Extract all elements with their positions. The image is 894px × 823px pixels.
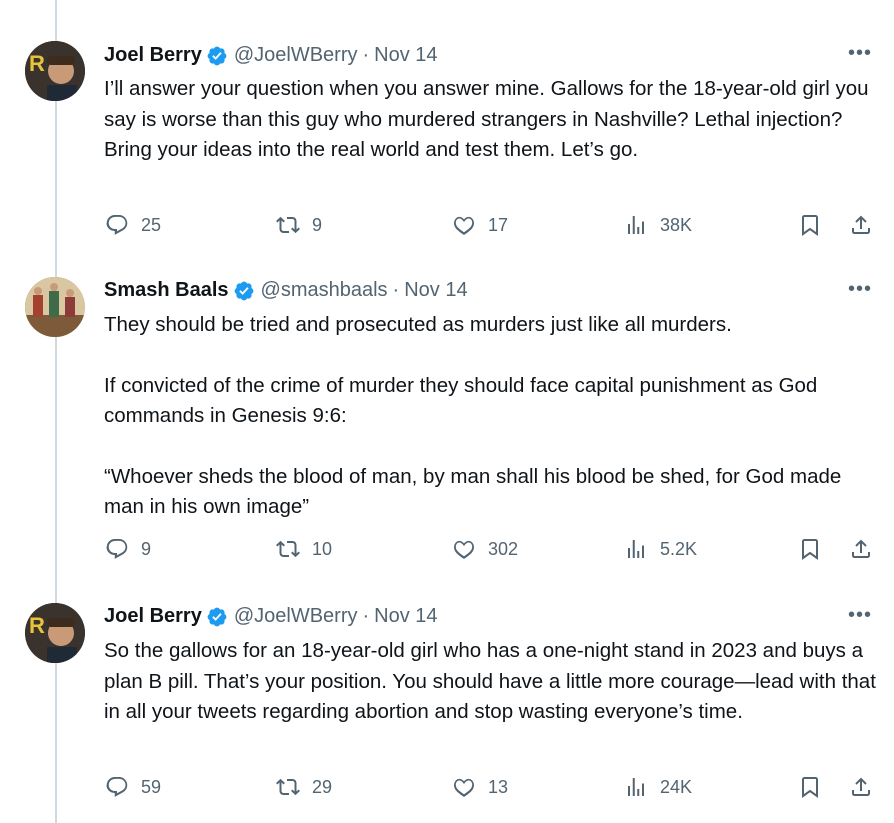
retweet-count: 10 bbox=[312, 538, 333, 559]
avatar[interactable] bbox=[25, 277, 85, 337]
share-icon bbox=[852, 215, 870, 234]
author-name[interactable]: Joel Berry bbox=[104, 44, 202, 67]
verified-badge-icon bbox=[207, 46, 227, 65]
bookmark-button[interactable] bbox=[798, 775, 834, 799]
tweet-actions: 59 29 13 24K bbox=[0, 775, 894, 805]
like-icon bbox=[454, 778, 474, 797]
views-count: 24K bbox=[660, 776, 693, 797]
tweet-paragraph: If convicted of the crime of murder they… bbox=[104, 373, 818, 428]
reply-button[interactable]: 25 bbox=[105, 213, 161, 237]
avatar[interactable]: R bbox=[25, 603, 85, 663]
bookmark-icon bbox=[802, 539, 818, 560]
views-button[interactable]: 5.2K bbox=[624, 537, 697, 561]
reply-icon bbox=[106, 539, 128, 559]
retweet-icon bbox=[276, 778, 300, 796]
verified-badge-icon bbox=[234, 281, 253, 300]
views-count: 5.2K bbox=[660, 538, 698, 559]
views-icon bbox=[628, 778, 644, 796]
author-handle[interactable]: @JoelWBerry bbox=[234, 44, 358, 67]
views-icon bbox=[628, 540, 644, 558]
bookmark-button[interactable] bbox=[798, 213, 834, 237]
retweet-button[interactable]: 9 bbox=[276, 213, 322, 237]
share-button[interactable] bbox=[849, 775, 885, 799]
reply-button[interactable]: 59 bbox=[105, 775, 161, 799]
tweet-paragraph: They should be tried and prosecuted as m… bbox=[104, 313, 732, 336]
thread-line bbox=[55, 0, 57, 823]
separator-dot: · bbox=[392, 279, 400, 301]
reply-icon bbox=[106, 777, 128, 797]
separator-dot: · bbox=[362, 44, 370, 66]
share-icon bbox=[852, 777, 870, 796]
reply-count: 59 bbox=[141, 776, 162, 797]
like-icon bbox=[454, 216, 474, 235]
verified-badge-icon bbox=[207, 607, 227, 626]
author-name[interactable]: Joel Berry bbox=[104, 605, 202, 628]
retweet-count: 9 bbox=[312, 214, 323, 235]
svg-text:R: R bbox=[29, 613, 45, 638]
views-button[interactable]: 24K bbox=[624, 775, 692, 799]
author-handle[interactable]: @JoelWBerry bbox=[234, 605, 358, 628]
tweet-date[interactable]: Nov 14 bbox=[374, 44, 437, 67]
retweet-button[interactable]: 10 bbox=[276, 537, 332, 561]
tweet-header: Joel Berry @JoelWBerry · Nov 14 bbox=[104, 605, 438, 628]
author-handle[interactable]: @smashbaals bbox=[261, 279, 388, 302]
tweet-paragraph: So the gallows for an 18-year-old girl w… bbox=[104, 639, 876, 723]
tweet-text: So the gallows for an 18-year-old girl w… bbox=[104, 636, 884, 728]
author-name[interactable]: Smash Baals bbox=[104, 279, 229, 302]
tweet-header: Joel Berry @JoelWBerry · Nov 14 bbox=[104, 44, 438, 67]
share-icon bbox=[852, 539, 870, 558]
views-icon bbox=[628, 216, 644, 234]
tweet-date[interactable]: Nov 14 bbox=[374, 605, 437, 628]
bookmark-icon bbox=[802, 215, 818, 236]
retweet-icon bbox=[276, 540, 300, 558]
reply-button[interactable]: 9 bbox=[105, 537, 151, 561]
like-count: 302 bbox=[488, 538, 519, 559]
more-icon[interactable]: ••• bbox=[848, 604, 872, 627]
like-button[interactable]: 13 bbox=[452, 775, 508, 799]
svg-text:R: R bbox=[29, 51, 45, 76]
share-button[interactable] bbox=[849, 213, 885, 237]
tweet-date[interactable]: Nov 14 bbox=[404, 279, 467, 302]
like-button[interactable]: 302 bbox=[452, 537, 518, 561]
tweet-actions: 9 10 302 5.2K bbox=[0, 537, 894, 567]
like-count: 13 bbox=[488, 776, 509, 797]
avatar[interactable]: R bbox=[25, 41, 85, 101]
more-icon[interactable]: ••• bbox=[848, 278, 872, 301]
reply-icon bbox=[106, 215, 128, 235]
reply-count: 9 bbox=[141, 538, 152, 559]
share-button[interactable] bbox=[849, 537, 885, 561]
tweet-paragraph: I’ll answer your question when you answe… bbox=[104, 77, 869, 161]
retweet-button[interactable]: 29 bbox=[276, 775, 332, 799]
bookmark-button[interactable] bbox=[798, 537, 834, 561]
like-button[interactable]: 17 bbox=[452, 213, 508, 237]
more-icon[interactable]: ••• bbox=[848, 42, 872, 65]
bookmark-icon bbox=[802, 777, 818, 798]
like-icon bbox=[454, 540, 474, 559]
tweet-paragraph: “Whoever sheds the blood of man, by man … bbox=[104, 464, 842, 519]
views-count: 38K bbox=[660, 214, 693, 235]
retweet-count: 29 bbox=[312, 776, 333, 797]
reply-count: 25 bbox=[141, 214, 162, 235]
tweet-header: Smash Baals @smashbaals · Nov 14 bbox=[104, 279, 468, 302]
separator-dot: · bbox=[362, 605, 370, 627]
tweet-text: I’ll answer your question when you answe… bbox=[104, 74, 884, 166]
retweet-icon bbox=[276, 216, 300, 234]
views-button[interactable]: 38K bbox=[624, 213, 692, 237]
like-count: 17 bbox=[488, 214, 509, 235]
tweet-text: They should be tried and prosecuted as m… bbox=[104, 310, 884, 523]
tweet-actions: 25 9 17 38K bbox=[0, 213, 894, 243]
